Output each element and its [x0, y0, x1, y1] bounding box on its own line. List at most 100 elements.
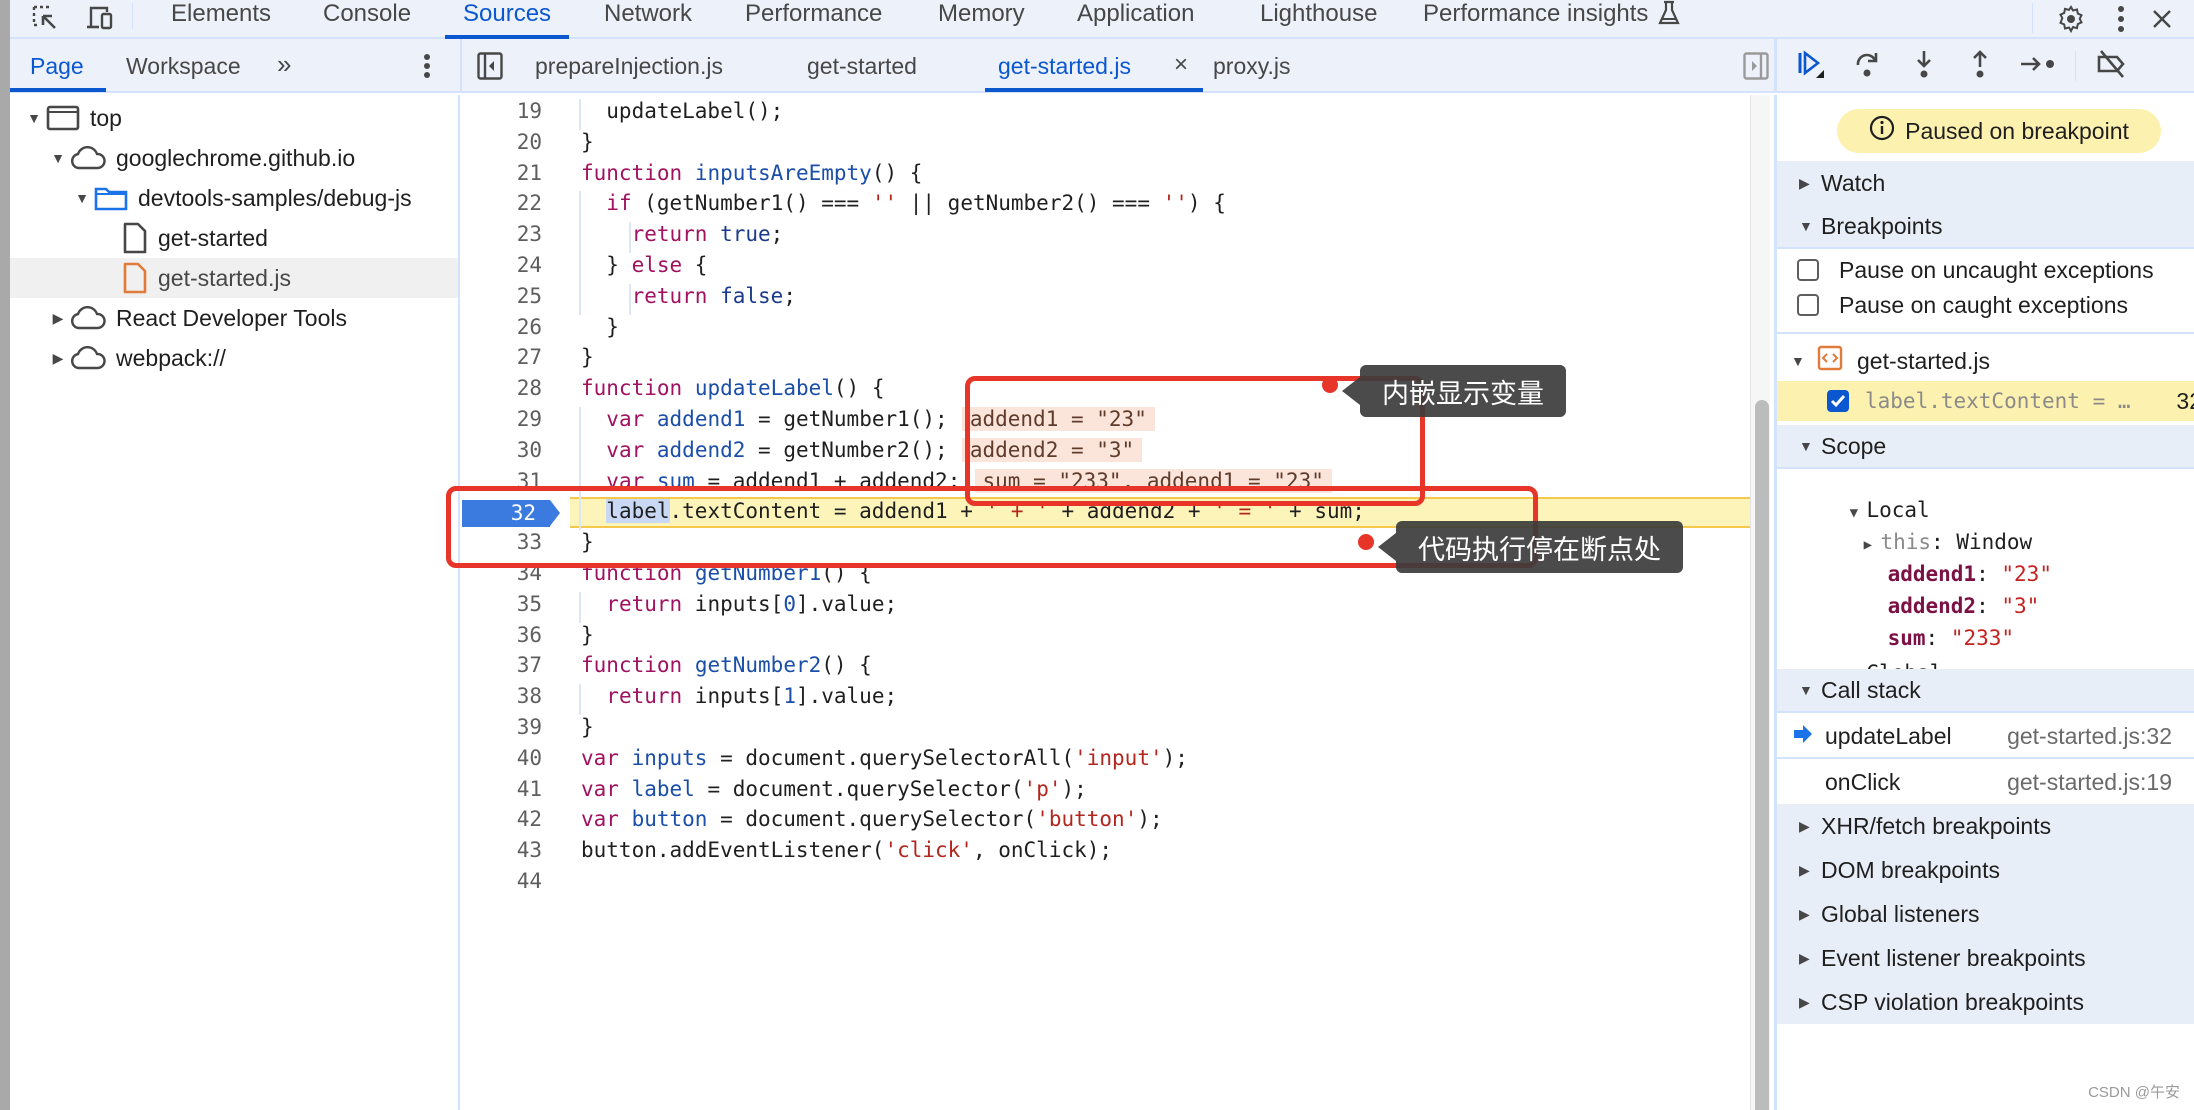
code-line[interactable]: label.textContent = addend1 + ' + ' + ad… [581, 499, 1365, 524]
tab-application[interactable]: Application [1077, 0, 1194, 37]
code-line[interactable]: function inputsAreEmpty() { [581, 161, 922, 185]
collapsed-triangle-icon[interactable]: ▶ [50, 350, 66, 366]
section-breakpoints[interactable]: ▼ Breakpoints [1777, 205, 2194, 249]
more-tabs-chevron-icon[interactable]: » [277, 49, 291, 80]
tab-sources[interactable]: Sources [444, 0, 570, 39]
step-over-button[interactable] [1851, 49, 1885, 83]
line-number[interactable]: 21 [462, 161, 542, 185]
code-line[interactable]: function updateLabel() { [581, 376, 884, 400]
section-watch[interactable]: ▶ Watch [1777, 161, 2194, 205]
line-number[interactable]: 29 [462, 407, 542, 431]
section-global-listeners[interactable]: ▶ Global listeners [1777, 892, 2194, 936]
tab-network[interactable]: Network [604, 0, 692, 37]
expanded-triangle-icon[interactable]: ▼ [26, 110, 42, 126]
code-line[interactable]: var button = document.querySelector('but… [581, 807, 1163, 831]
code-editor[interactable]: 19 updateLabel(); 20} 21 function inputsAre… [462, 95, 1750, 1110]
section-csp-breakpoints[interactable]: ▶ CSP violation breakpoints [1777, 980, 2194, 1024]
tab-memory[interactable]: Memory [938, 0, 1025, 37]
inspect-element-icon[interactable] [28, 0, 64, 37]
code-line[interactable]: var sum = addend1 + addend2; [581, 469, 960, 493]
navigator-menu-icon[interactable] [423, 53, 431, 84]
expanded-triangle-icon[interactable]: ▼ [50, 150, 66, 166]
code-line[interactable]: } [581, 715, 594, 739]
line-number[interactable]: 23 [462, 222, 542, 246]
line-number[interactable]: 38 [462, 684, 542, 708]
code-line[interactable]: } [581, 623, 594, 647]
code-line[interactable]: button.addEventListener('click', onClick… [581, 838, 1112, 862]
breakpoint-checkbox[interactable] [1827, 390, 1849, 412]
toggle-navigator-icon[interactable] [477, 52, 503, 85]
tab-console[interactable]: Console [323, 0, 411, 37]
tab-elements[interactable]: Elements [171, 0, 271, 37]
line-number[interactable]: 27 [462, 345, 542, 369]
frame-location[interactable]: get-started.js:32 [2007, 723, 2172, 750]
tree-item-get-started[interactable]: get-started [10, 218, 458, 258]
line-number[interactable]: 24 [462, 253, 542, 277]
line-number[interactable]: 28 [462, 376, 542, 400]
line-number[interactable]: 19 [462, 99, 542, 123]
code-line[interactable]: function getNumber2() { [581, 653, 872, 677]
tree-item-get-started-js[interactable]: get-started.js [10, 258, 458, 298]
step-out-button[interactable] [1963, 49, 1997, 83]
line-number[interactable]: 22 [462, 191, 542, 215]
line-number[interactable]: 33 [462, 530, 542, 554]
line-number[interactable]: 40 [462, 746, 542, 770]
code-line[interactable]: } [581, 345, 594, 369]
code-line[interactable]: var label = document.querySelector('p'); [581, 777, 1087, 801]
code-line[interactable]: return inputs[0].value; [581, 592, 897, 616]
navigator-tab-page[interactable]: Page [30, 53, 84, 80]
step-button[interactable] [2017, 49, 2059, 83]
pause-caught-checkbox[interactable] [1797, 294, 1819, 316]
section-scope[interactable]: ▼ Scope [1777, 425, 2194, 469]
call-frame-current[interactable]: updateLabel get-started.js:32 [1777, 715, 2194, 759]
collapsed-triangle-icon[interactable]: ▶ [50, 310, 66, 326]
tab-performance[interactable]: Performance [745, 0, 882, 37]
section-dom-breakpoints[interactable]: ▶ DOM breakpoints [1777, 848, 2194, 892]
close-icon[interactable] [2147, 0, 2177, 37]
device-toolbar-icon[interactable] [82, 0, 118, 37]
code-line[interactable]: var addend2 = getNumber2(); [581, 438, 947, 462]
call-frame[interactable]: onClick get-started.js:19 [1777, 760, 2194, 804]
tab-performance-insights[interactable]: Performance insights [1423, 0, 1681, 37]
code-line[interactable]: } else { [581, 253, 707, 277]
line-number[interactable]: 30 [462, 438, 542, 462]
more-vert-icon[interactable] [2109, 0, 2133, 37]
line-number[interactable]: 42 [462, 807, 542, 831]
gear-icon[interactable] [2053, 0, 2089, 37]
code-line[interactable]: return inputs[1].value; [581, 684, 897, 708]
line-number[interactable]: 20 [462, 130, 542, 154]
code-line[interactable]: updateLabel(); [581, 99, 783, 123]
line-number[interactable]: 25 [462, 284, 542, 308]
line-number[interactable]: 43 [462, 838, 542, 862]
line-number[interactable]: 37 [462, 653, 542, 677]
tree-item-devtools-samples[interactable]: ▼ devtools-samples/debug-js [10, 178, 458, 218]
tree-item-webpack[interactable]: ▶ webpack:// [10, 338, 458, 378]
pause-caught-option[interactable]: Pause on caught exceptions [1777, 288, 2194, 334]
editor-scrollbar[interactable] [1750, 95, 1770, 1110]
line-number[interactable]: 39 [462, 715, 542, 739]
breakpoint-file-group[interactable]: ▼ get-started.js [1777, 341, 2194, 381]
code-line[interactable]: return false; [581, 284, 796, 308]
file-tab-get-started[interactable]: get-started [807, 53, 917, 80]
tree-item-react-devtools[interactable]: ▶ React Developer Tools [10, 298, 458, 338]
line-number[interactable]: 31 [462, 469, 542, 493]
resume-button[interactable] [1795, 49, 1829, 83]
breakpoint-entry[interactable]: label.textContent = … 32 [1777, 381, 2194, 421]
code-line[interactable]: var addend1 = getNumber1(); [581, 407, 947, 431]
toggle-debugger-icon[interactable] [1743, 52, 1769, 85]
code-line[interactable]: function getNumber1() { [581, 561, 872, 585]
pause-uncaught-checkbox[interactable] [1797, 259, 1819, 281]
scrollbar-thumb[interactable] [1755, 400, 1769, 1110]
section-xhr-breakpoints[interactable]: ▶ XHR/fetch breakpoints [1777, 804, 2194, 848]
file-tab-get-started-js[interactable]: get-started.js [998, 53, 1131, 80]
deactivate-breakpoints-button[interactable] [2095, 49, 2129, 83]
expanded-triangle-icon[interactable]: ▼ [74, 190, 90, 206]
code-line[interactable]: if (getNumber1() === '' || getNumber2() … [581, 191, 1226, 215]
navigator-tab-workspace[interactable]: Workspace [126, 53, 241, 80]
line-number[interactable]: 44 [462, 869, 542, 893]
code-line[interactable]: var inputs = document.querySelectorAll('… [581, 746, 1188, 770]
section-call-stack[interactable]: ▼ Call stack [1777, 669, 2194, 713]
close-tab-icon[interactable]: × [1174, 51, 1188, 79]
code-line[interactable]: } [581, 530, 594, 554]
tree-item-top[interactable]: ▼ top [10, 98, 458, 138]
